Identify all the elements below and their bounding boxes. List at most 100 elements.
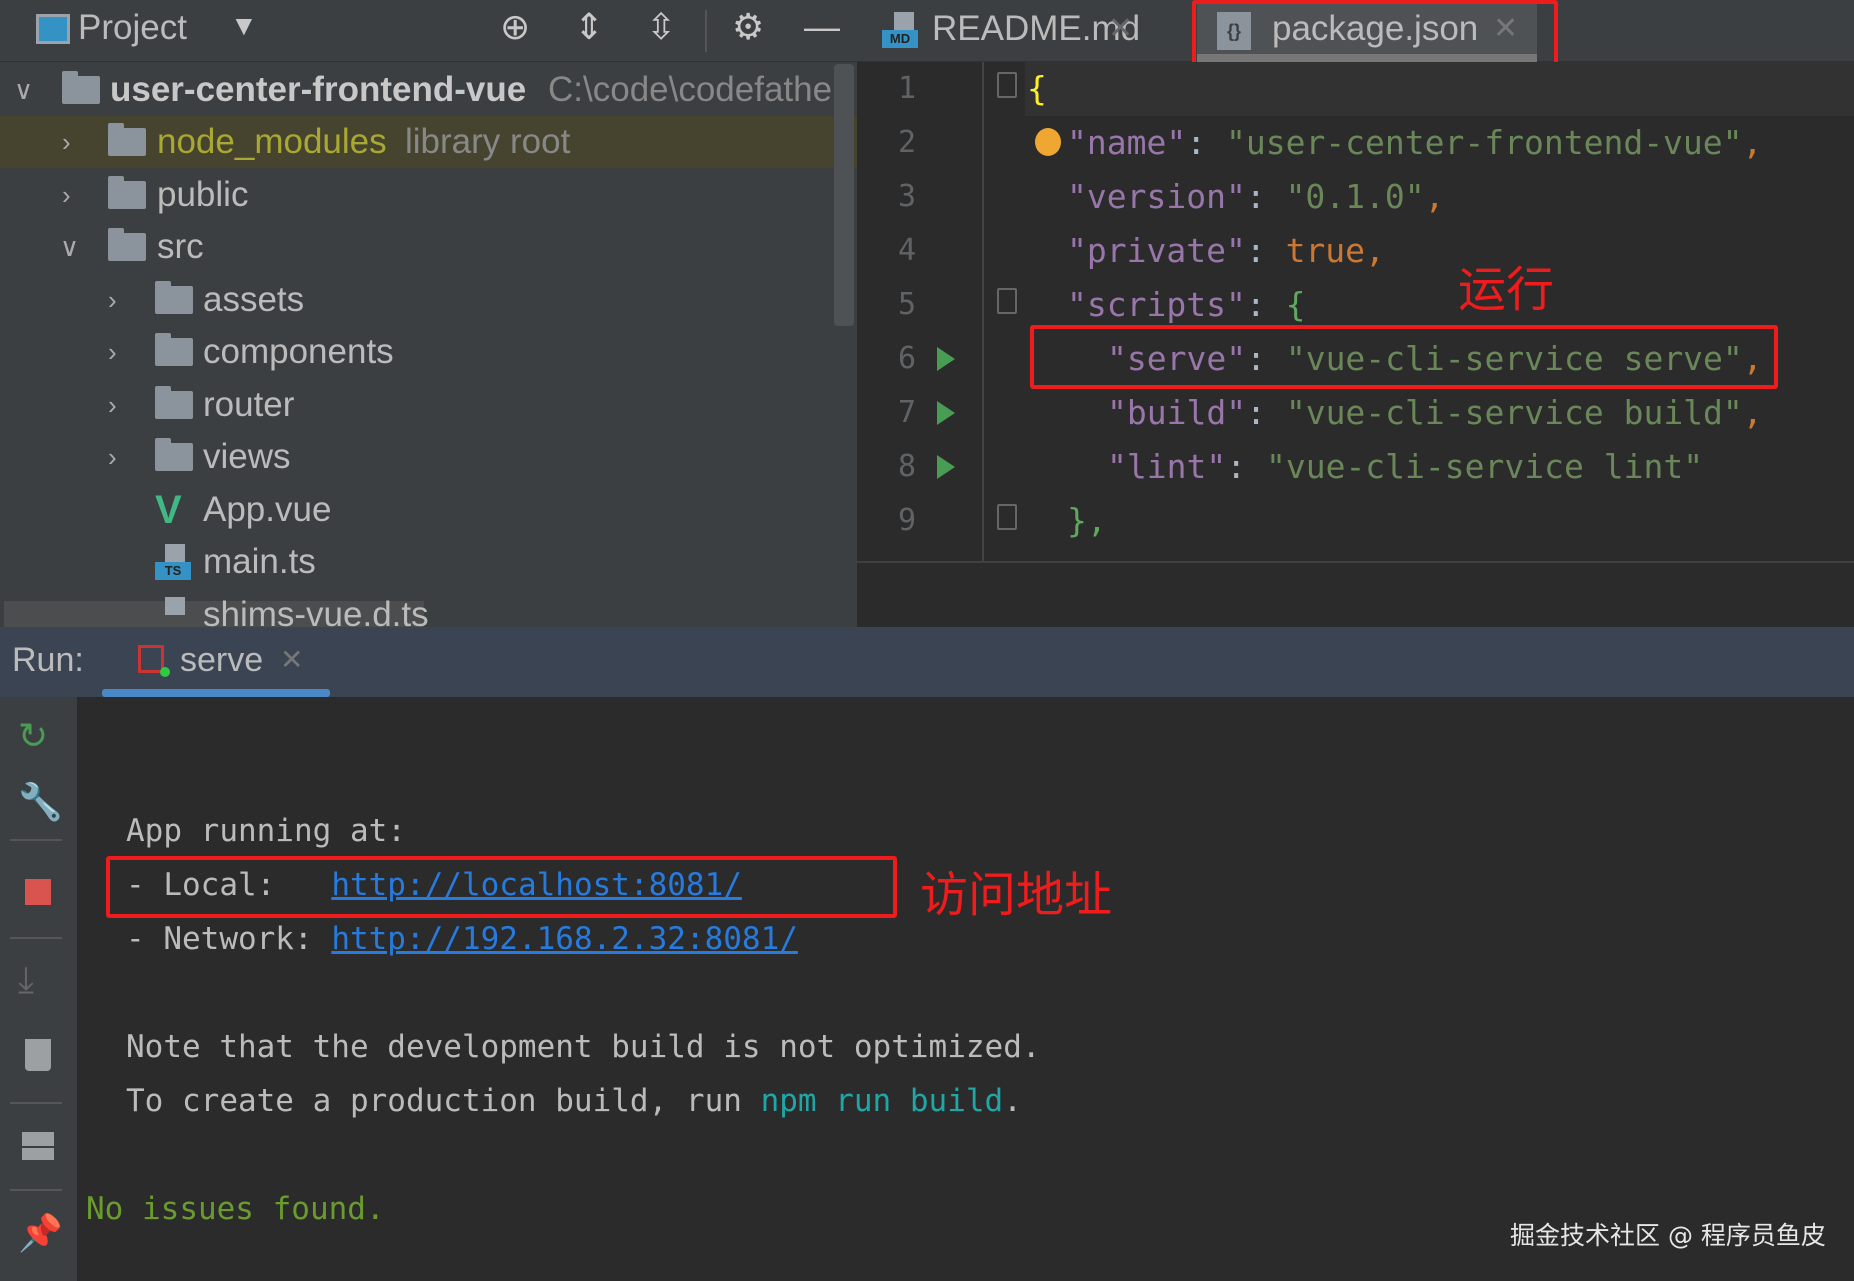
- tree-item-components[interactable]: › components: [0, 326, 857, 378]
- tree-item-label: assets: [203, 280, 305, 319]
- divider: [10, 1189, 62, 1191]
- console-output[interactable]: App running at: - Local: http://localhos…: [77, 697, 1854, 1281]
- vue-file-icon: V: [155, 488, 182, 532]
- run-script-icon[interactable]: [937, 347, 955, 371]
- tree-item-node-modules[interactable]: › node_modules library root: [0, 116, 857, 168]
- tree-item-main-ts[interactable]: TS main.ts: [0, 536, 857, 588]
- folder-icon: [155, 438, 193, 471]
- tree-item-root[interactable]: ∨ user-center-frontend-vue C:\code\codef…: [0, 64, 857, 116]
- ts-file-icon: [155, 597, 191, 627]
- chevron-right-icon[interactable]: ›: [62, 116, 71, 168]
- trash-icon[interactable]: [25, 1039, 51, 1071]
- tree-item-router[interactable]: › router: [0, 379, 857, 431]
- line-number: 7: [897, 395, 917, 430]
- chevron-right-icon[interactable]: ›: [108, 431, 117, 483]
- rerun-icon[interactable]: ↻: [18, 715, 48, 757]
- code-line-3: "version": "0.1.0",: [1067, 177, 1445, 216]
- chevron-down-icon[interactable]: ∨: [14, 64, 33, 116]
- minimize-icon[interactable]: —: [804, 6, 840, 48]
- tree-item-label: main.ts: [203, 542, 316, 581]
- divider: [10, 839, 62, 841]
- code-line-7: "build": "vue-cli-service build",: [1107, 393, 1763, 432]
- console-line: To create a production build, run npm ru…: [126, 1083, 1022, 1119]
- line-number: 3: [897, 179, 917, 214]
- close-icon[interactable]: ✕: [1108, 0, 1133, 58]
- code-line-8: "lint": "vue-cli-service lint": [1107, 447, 1704, 486]
- line-number: 1: [897, 71, 917, 106]
- line-number: 8: [897, 449, 917, 484]
- folder-icon: [108, 176, 146, 209]
- folder-icon: [62, 71, 100, 104]
- divider: [857, 561, 1854, 563]
- gear-icon[interactable]: ⚙: [732, 6, 764, 48]
- highlight-box-tab: [1192, 0, 1558, 70]
- tab-readme[interactable]: MD README.md ✕: [882, 0, 1142, 62]
- code-line-9: },: [1067, 501, 1107, 540]
- chevron-right-icon[interactable]: ›: [62, 169, 71, 221]
- run-script-icon[interactable]: [937, 401, 955, 425]
- line-number: 5: [897, 287, 917, 322]
- gutter-divider: [982, 62, 984, 561]
- line-number: 9: [897, 503, 917, 538]
- fold-icon[interactable]: [997, 504, 1017, 530]
- fold-icon[interactable]: [997, 72, 1017, 98]
- tree-item-label: node_modules: [157, 122, 387, 161]
- chevron-right-icon[interactable]: ›: [108, 379, 117, 431]
- locate-icon[interactable]: ⊕: [500, 6, 530, 48]
- lightbulb-icon[interactable]: [1035, 128, 1061, 156]
- project-panel: Project ▼ ⊕ ⇕ ⇳ ⚙ — ∨ user-center-fronte…: [0, 0, 857, 627]
- chevron-down-icon[interactable]: ▼: [230, 10, 258, 42]
- tree-item-public[interactable]: › public: [0, 169, 857, 221]
- code-line-1: {: [1027, 69, 1047, 108]
- tree-item-views[interactable]: › views: [0, 431, 857, 483]
- layout-icon[interactable]: [22, 1132, 54, 1160]
- current-line-highlight: [1025, 62, 1854, 116]
- folder-icon: [155, 281, 193, 314]
- code-line-5: "scripts": {: [1067, 285, 1306, 324]
- close-icon[interactable]: ✕: [280, 643, 303, 676]
- tree-item-hint: library root: [405, 122, 571, 161]
- pin-icon[interactable]: 📌: [18, 1212, 63, 1254]
- tree-item-label: public: [157, 175, 249, 214]
- tab-serve[interactable]: serve ✕: [102, 627, 330, 697]
- tree-item-label: shims-vue.d.ts: [203, 595, 429, 627]
- tree-item-label: views: [203, 437, 291, 476]
- expand-all-icon[interactable]: ⇕: [574, 6, 604, 48]
- scrollbar[interactable]: [834, 64, 854, 326]
- tree-item-app-vue[interactable]: V App.vue: [0, 484, 857, 536]
- console-line-network: - Network: http://192.168.2.32:8081/: [126, 921, 798, 957]
- tree-item-label: router: [203, 385, 295, 424]
- chevron-right-icon[interactable]: ›: [108, 274, 117, 326]
- project-title[interactable]: Project: [78, 8, 187, 48]
- scroll-to-end-icon[interactable]: ⤓: [18, 959, 34, 1002]
- divider: [705, 10, 707, 52]
- collapse-all-icon[interactable]: ⇳: [646, 6, 676, 48]
- project-icon: [36, 14, 70, 44]
- console-line: Note that the development build is not o…: [126, 1029, 1041, 1065]
- tree-item-assets[interactable]: › assets: [0, 274, 857, 326]
- wrench-icon[interactable]: 🔧: [18, 781, 63, 823]
- divider: [10, 1102, 62, 1104]
- run-script-icon[interactable]: [937, 455, 955, 479]
- folder-icon: [108, 228, 146, 261]
- tree-item-src[interactable]: ∨ src: [0, 221, 857, 273]
- run-tool-header: Run: serve ✕: [0, 627, 1854, 697]
- line-number: 4: [897, 233, 917, 268]
- line-number: 2: [897, 125, 917, 160]
- project-toolbar: Project ▼ ⊕ ⇕ ⇳ ⚙ —: [0, 0, 857, 62]
- folder-icon: [155, 386, 193, 419]
- network-url-link[interactable]: http://192.168.2.32:8081/: [331, 921, 798, 957]
- chevron-down-icon[interactable]: ∨: [60, 221, 79, 273]
- chevron-right-icon[interactable]: ›: [108, 326, 117, 378]
- highlight-box-serve: [1030, 325, 1778, 389]
- tree-item-shims[interactable]: shims-vue.d.ts: [0, 589, 857, 627]
- running-indicator-icon: [160, 667, 170, 677]
- console-line: App running at:: [126, 813, 406, 849]
- active-tab-indicator: [102, 689, 330, 697]
- fold-icon[interactable]: [997, 288, 1017, 314]
- stop-icon[interactable]: [25, 879, 51, 905]
- tree-item-label: src: [157, 227, 204, 266]
- annotation-address: 访问地址: [920, 867, 1113, 923]
- highlight-box-local: [106, 856, 897, 918]
- tree-item-label: user-center-frontend-vue: [110, 70, 527, 109]
